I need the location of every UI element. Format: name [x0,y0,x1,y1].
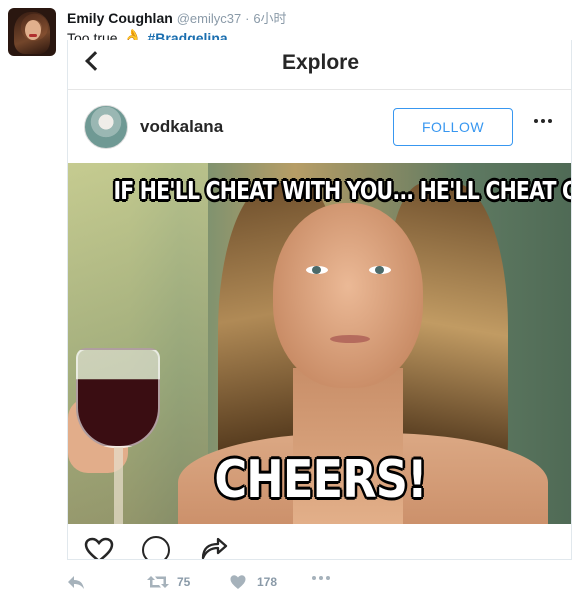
instagram-header-title: Explore [281,51,360,74]
separator-dot: · [245,11,250,26]
meme-eye-left [306,266,328,274]
meme-image[interactable]: IF HE'LL CHEAT WITH YOU... HE'LL CHEAT O… [68,163,571,524]
comment-icon[interactable] [142,536,170,559]
post-user-avatar[interactable] [84,105,128,149]
share-icon[interactable] [200,536,228,560]
reply-icon[interactable] [67,574,85,590]
meme-caption-bottom: CHEERS! [214,450,427,510]
retweet-icon[interactable] [147,574,169,590]
meme-mouth [330,335,370,343]
like-icon[interactable] [230,574,246,590]
post-header: vodkalana FOLLOW [68,91,571,161]
meme-caption-top: IF HE'LL CHEAT WITH YOU... HE'LL CHEAT O… [113,176,571,205]
meme-face [273,203,423,388]
instagram-header: Explore [68,40,571,90]
follow-button[interactable]: FOLLOW [393,108,513,146]
post-more-options-icon[interactable] [534,119,552,125]
avatar-face [25,20,41,40]
wine-glass [76,348,160,448]
author-name[interactable]: Emily Coughlan [67,10,173,26]
author-handle[interactable]: @emilyc37 [177,11,242,26]
author-avatar[interactable] [8,8,56,56]
tweet-timestamp[interactable]: 6小时 [253,11,286,26]
post-username[interactable]: vodkalana [140,117,223,137]
tweet-author: Emily Coughlan @emilyc37 · 6小时 [67,8,287,26]
meme-eye-right [369,266,391,274]
tweet-more-icon[interactable] [312,576,330,582]
retweet-count: 75 [177,575,191,589]
avatar-lips [29,34,37,37]
heart-icon[interactable] [84,537,114,560]
like-count: 178 [257,575,278,589]
instagram-embed-card[interactable]: Explore vodkalana FOLLOW IF HE'LL CHEAT … [67,40,572,560]
post-action-bar [68,524,571,560]
